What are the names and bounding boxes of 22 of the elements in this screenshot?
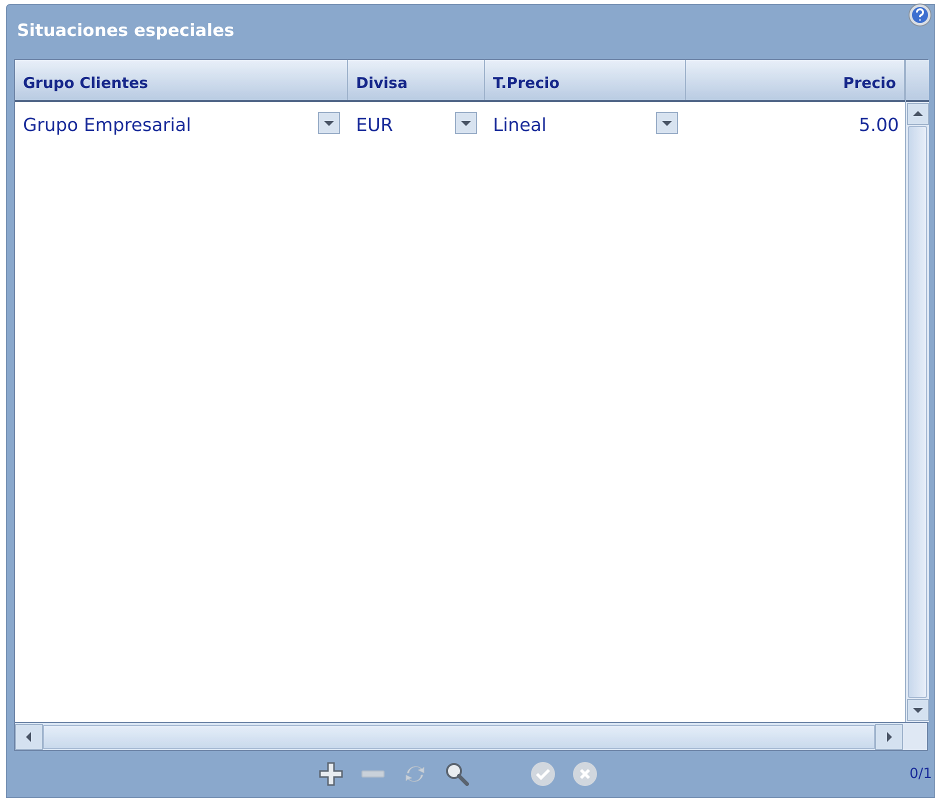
vertical-scrollbar[interactable] [906,102,929,722]
scroll-left-icon[interactable] [15,724,43,750]
search-icon[interactable] [443,760,471,788]
scroll-right-icon[interactable] [875,724,903,750]
table-cell: 5.00 [858,114,899,138]
column-header[interactable]: T.Precio [485,60,686,100]
add-icon[interactable] [317,760,345,788]
help-icon[interactable] [908,3,932,27]
table-cell: Grupo Empresarial [23,114,192,138]
window-title: Situaciones especiales [17,20,234,44]
record-counter: 0/1 [909,764,932,784]
scroll-up-icon[interactable] [907,103,929,125]
column-header[interactable]: Divisa [348,60,485,100]
table-cell: Lineal [493,114,547,138]
dropdown-caret-icon[interactable] [318,112,340,134]
dropdown-caret-icon[interactable] [656,112,678,134]
horizontal-scrollbar[interactable] [15,723,903,750]
dropdown-caret-icon[interactable] [455,112,477,134]
scroll-down-icon[interactable] [907,699,929,721]
table-cell: EUR [356,114,394,138]
column-header[interactable]: Precio [686,60,905,100]
column-header[interactable]: Grupo Clientes [15,60,348,100]
